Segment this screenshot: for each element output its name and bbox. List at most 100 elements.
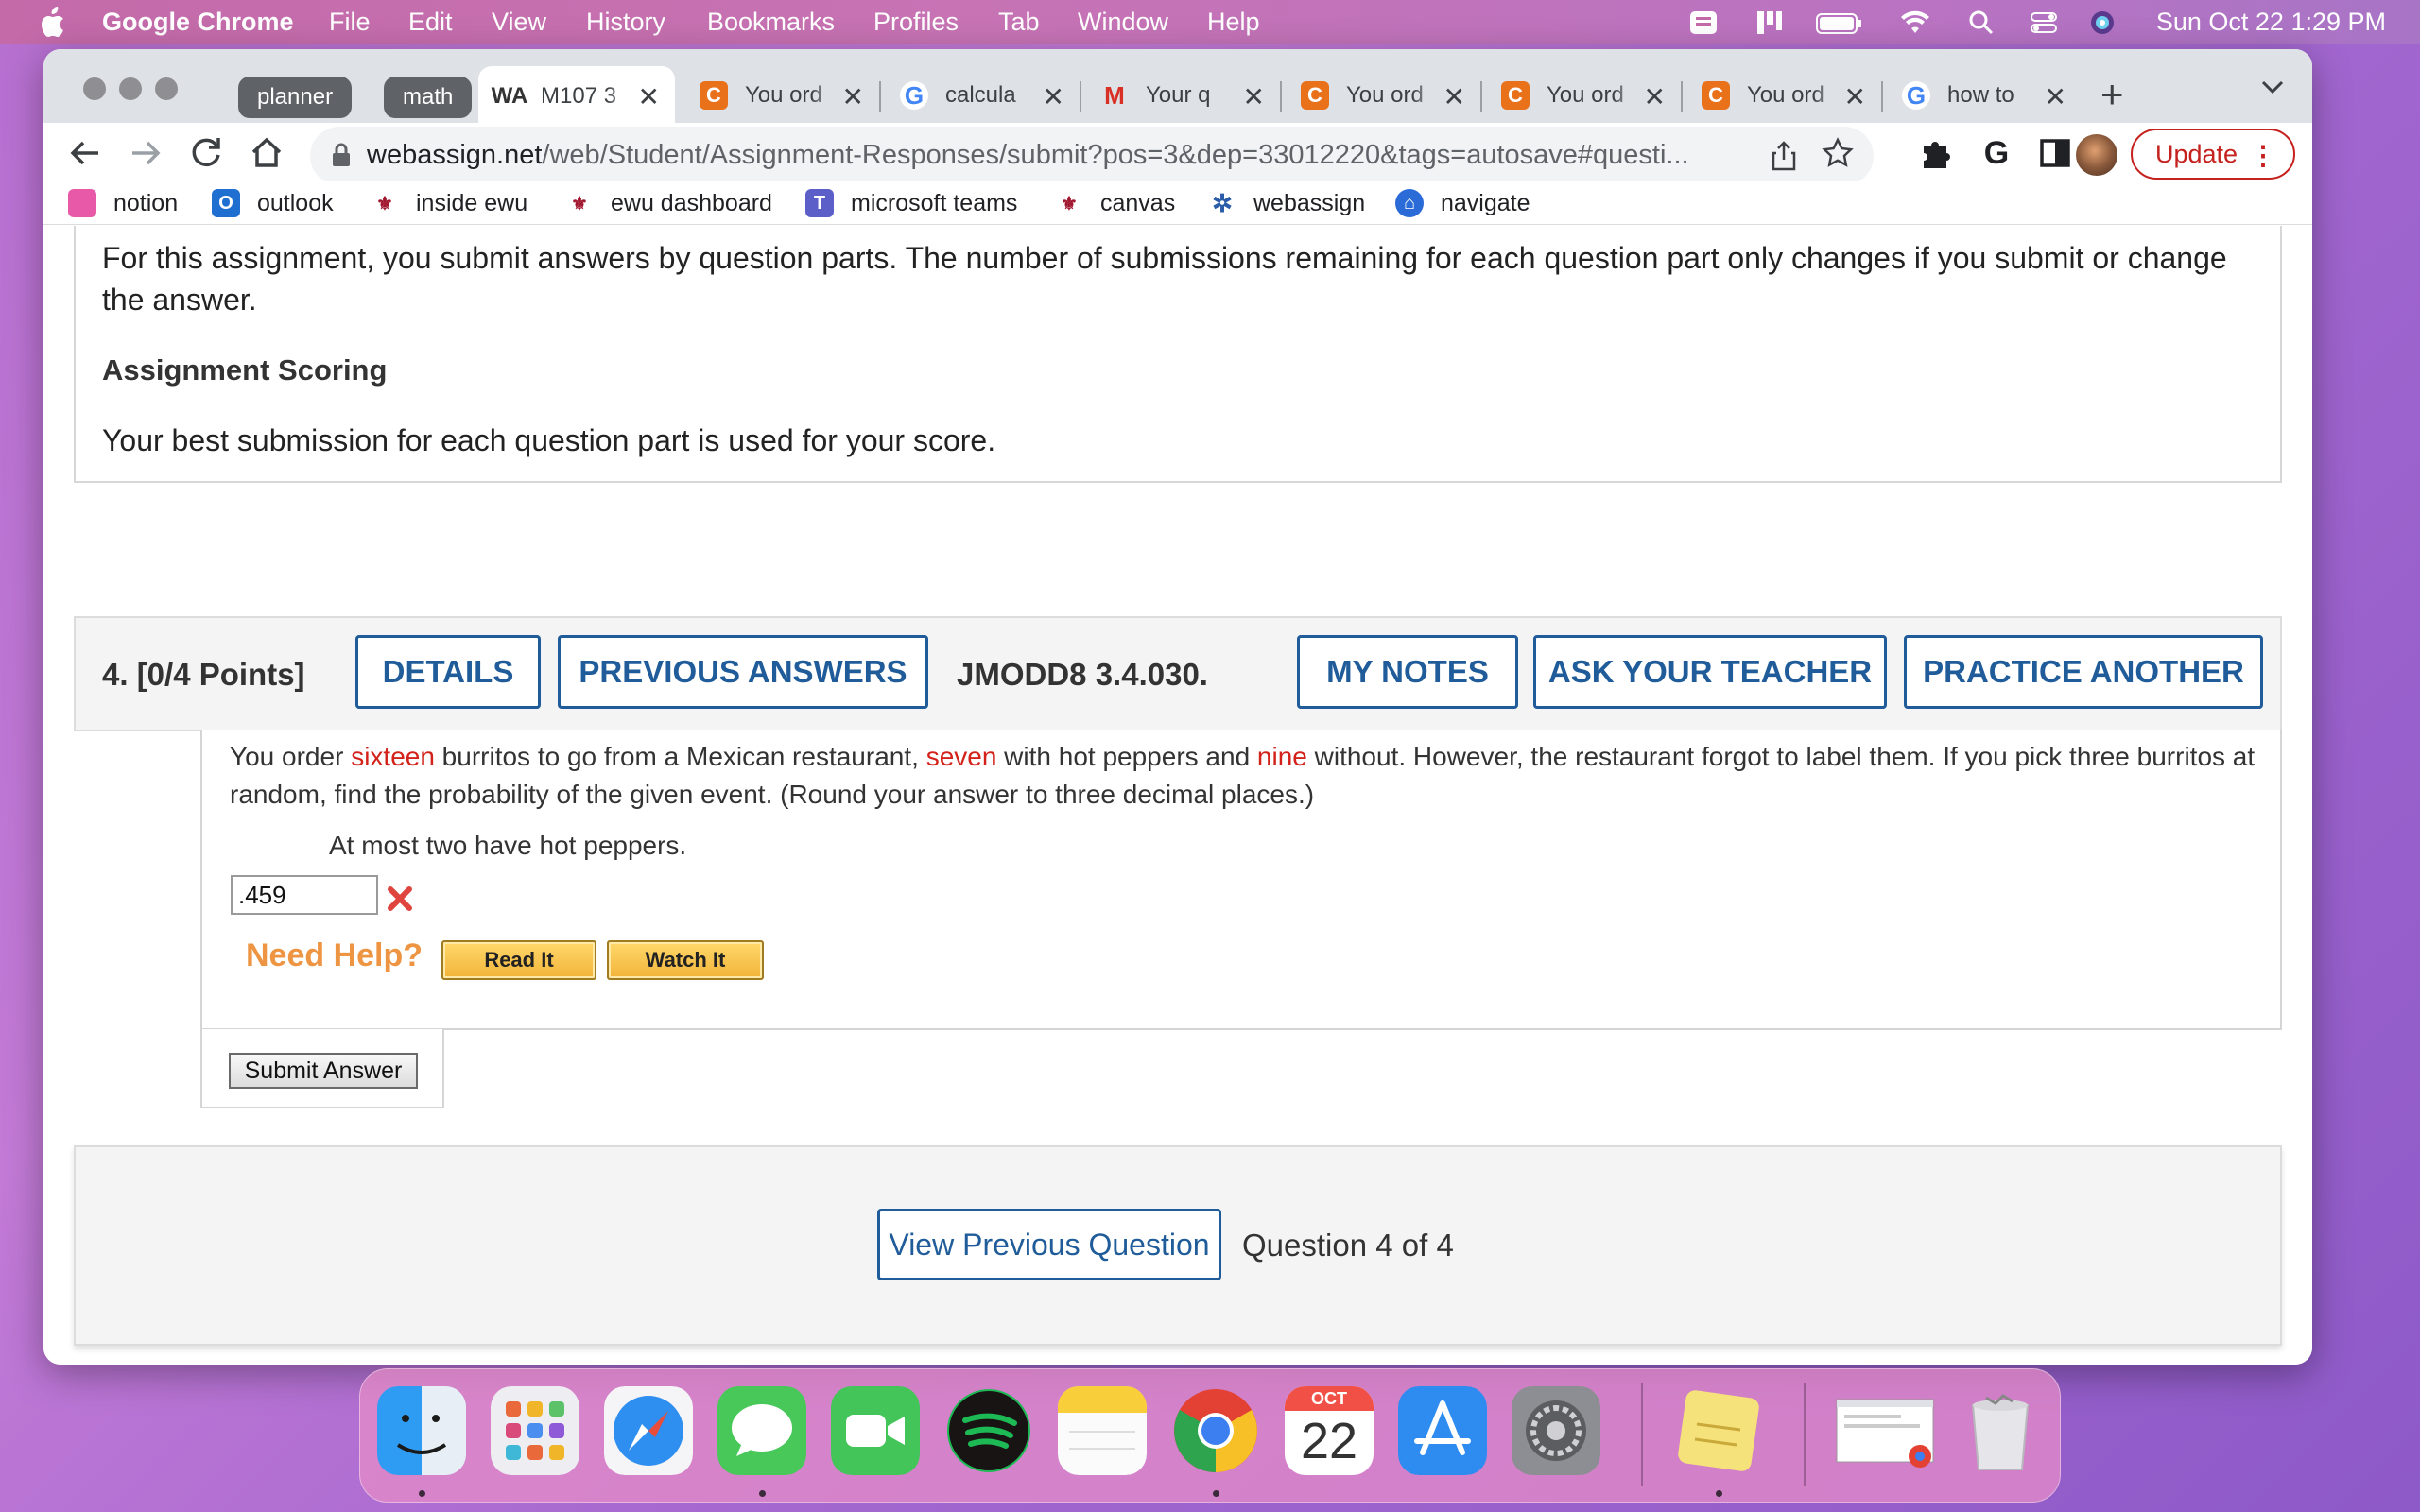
tab-chegg-2[interactable]: C You ord ✕ (1284, 66, 1480, 125)
window-close-button[interactable] (83, 77, 106, 100)
messages-icon[interactable] (717, 1386, 806, 1475)
control-center-icon[interactable] (2029, 9, 2059, 37)
tab-webassign[interactable]: WA M107 3 ✕ (478, 66, 675, 127)
details-button[interactable]: DETAILS (355, 635, 541, 709)
url-text[interactable]: webassign.net/web/Student/Assignment-Res… (367, 140, 1728, 171)
close-icon[interactable]: ✕ (1443, 81, 1465, 112)
system-settings-icon[interactable] (1512, 1386, 1600, 1475)
siri-icon[interactable] (2087, 9, 2118, 37)
chegg-icon: C (1501, 81, 1530, 110)
trash-icon[interactable] (1956, 1386, 2045, 1475)
close-icon[interactable]: ✕ (842, 81, 864, 112)
bookmark-microsoft-teams[interactable]: T microsoft teams (805, 189, 1017, 217)
battery-icon[interactable] (1815, 9, 1864, 37)
bookmark-label: outlook (257, 189, 334, 216)
bookmark-star-icon[interactable] (1821, 136, 1855, 170)
bookmark-ewu-dashboard[interactable]: ⚜ ewu dashboard (565, 189, 772, 217)
address-bar[interactable]: webassign.net/web/Student/Assignment-Res… (310, 127, 1874, 185)
dashboard-status-icon[interactable] (1754, 9, 1785, 37)
randomized-value: sixteen (351, 742, 435, 771)
bookmark-outlook[interactable]: O outlook (212, 189, 334, 217)
lock-icon[interactable] (331, 143, 352, 167)
window-minimize-button[interactable] (119, 77, 142, 100)
question-counter: Question 4 of 4 (1242, 1228, 1454, 1263)
close-icon[interactable]: ✕ (638, 81, 660, 112)
home-icon[interactable] (246, 132, 287, 174)
menu-history[interactable]: History (586, 8, 666, 37)
practice-another-button[interactable]: PRACTICE ANOTHER (1904, 635, 2263, 709)
spotlight-search-icon[interactable] (1966, 9, 1996, 37)
bookmark-inside-ewu[interactable]: ⚜ inside ewu (371, 189, 527, 217)
tab-google-howto[interactable]: G how to ✕ (1885, 66, 2082, 125)
wifi-icon[interactable] (1900, 9, 1930, 37)
new-tab-button[interactable]: + (2100, 72, 2124, 117)
dock: OCT 22 (359, 1368, 2061, 1503)
menu-help[interactable]: Help (1207, 8, 1260, 37)
notes-icon[interactable] (1058, 1386, 1147, 1475)
app-store-icon[interactable] (1398, 1386, 1487, 1475)
share-icon[interactable] (1770, 140, 1798, 172)
read-it-button[interactable]: Read It (441, 940, 596, 980)
launchpad-icon[interactable] (491, 1386, 579, 1475)
my-notes-button[interactable]: MY NOTES (1297, 635, 1518, 709)
menu-view[interactable]: View (492, 8, 546, 37)
previous-answers-button[interactable]: PREVIOUS ANSWERS (558, 635, 928, 709)
view-previous-question-button[interactable]: View Previous Question (877, 1209, 1221, 1280)
google-icon: G (900, 81, 928, 110)
tab-chegg-3[interactable]: C You ord ✕ (1484, 66, 1681, 125)
ask-your-teacher-button[interactable]: ASK YOUR TEACHER (1533, 635, 1887, 709)
close-icon[interactable]: ✕ (1644, 81, 1666, 112)
spotify-icon[interactable] (944, 1386, 1033, 1475)
update-button[interactable]: Update ⋮ (2131, 129, 2295, 180)
tab-chegg-4[interactable]: C You ord ✕ (1685, 66, 1881, 125)
side-panel-icon[interactable] (2034, 132, 2076, 174)
forward-arrow-icon[interactable] (125, 132, 166, 174)
grammarly-icon[interactable]: G (1976, 132, 2017, 174)
tab-strip: planner math WA M107 3 ✕ C You ord ✕ G c… (43, 49, 2312, 127)
tab-gmail[interactable]: M Your q ✕ (1083, 66, 1280, 125)
bookmark-notion[interactable]: notion (68, 189, 178, 217)
menu-clock[interactable]: Sun Oct 22 1:29 PM (2156, 8, 2386, 37)
menu-file[interactable]: File (329, 8, 371, 37)
bookmark-webassign[interactable]: ✲ webassign (1208, 189, 1365, 217)
watch-it-button[interactable]: Watch It (607, 940, 764, 980)
more-vert-icon[interactable]: ⋮ (2250, 140, 2276, 171)
reminders-status-icon[interactable] (1688, 9, 1719, 37)
menu-tab[interactable]: Tab (998, 8, 1040, 37)
safari-icon[interactable] (604, 1386, 693, 1475)
finder-icon[interactable] (377, 1386, 466, 1475)
minimized-window-thumbnail[interactable] (1833, 1386, 1937, 1475)
browser-window: planner math WA M107 3 ✕ C You ord ✕ G c… (43, 49, 2312, 1365)
window-zoom-button[interactable] (155, 77, 178, 100)
bookmark-navigate[interactable]: ⌂ navigate (1395, 189, 1530, 217)
reload-icon[interactable] (185, 132, 227, 174)
back-arrow-icon[interactable] (64, 132, 106, 174)
tab-group-planner[interactable]: planner (238, 77, 353, 118)
close-icon[interactable]: ✕ (1243, 81, 1265, 112)
tab-google-calc[interactable]: G calcula ✕ (883, 66, 1080, 125)
calendar-icon[interactable]: OCT 22 (1285, 1386, 1374, 1475)
close-icon[interactable]: ✕ (2045, 81, 2066, 112)
tab-chegg-1[interactable]: C You ord ✕ (683, 66, 879, 125)
menu-window[interactable]: Window (1078, 8, 1168, 37)
tab-group-math[interactable]: math (384, 77, 473, 118)
chrome-icon[interactable] (1171, 1386, 1260, 1475)
tab-title: Your q (1146, 82, 1211, 108)
menu-profiles[interactable]: Profiles (873, 8, 959, 37)
facetime-icon[interactable] (831, 1386, 920, 1475)
profile-avatar[interactable] (2076, 134, 2118, 176)
stickies-icon[interactable] (1674, 1386, 1763, 1475)
menu-bookmarks[interactable]: Bookmarks (707, 8, 835, 37)
submit-answer-button[interactable]: Submit Answer (229, 1053, 418, 1089)
assignment-info-text: For this assignment, you submit answers … (102, 241, 2227, 317)
menu-edit[interactable]: Edit (408, 8, 453, 37)
close-icon[interactable]: ✕ (1043, 81, 1064, 112)
tab-title: calcula (945, 82, 1016, 108)
close-icon[interactable]: ✕ (1844, 81, 1866, 112)
answer-input[interactable] (231, 875, 378, 915)
extensions-puzzle-icon[interactable] (1915, 132, 1957, 174)
apple-icon[interactable] (38, 7, 66, 39)
tab-search-chevron-icon[interactable] (2259, 77, 2286, 96)
menu-app-name[interactable]: Google Chrome (102, 8, 294, 37)
bookmark-canvas[interactable]: ⚜ canvas (1055, 189, 1175, 217)
